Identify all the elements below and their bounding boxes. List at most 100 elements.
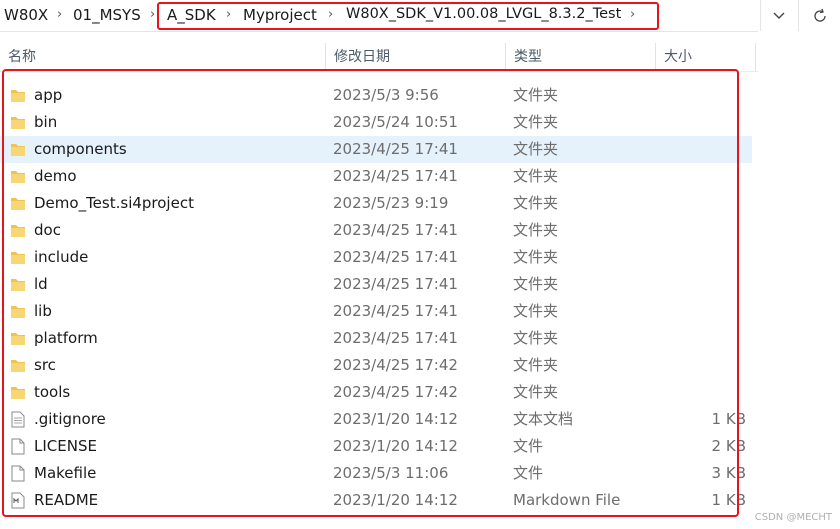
file-date-modified: 2023/1/20 14:12 (333, 437, 458, 455)
file-row[interactable]: .gitignore 2023/1/20 14:12 文本文档 1 KB (0, 406, 752, 433)
file-date-modified: 2023/4/25 17:41 (333, 329, 458, 347)
file-date-modified: 2023/4/25 17:41 (333, 248, 458, 266)
folder-icon (10, 222, 26, 239)
column-header: 名称 修改日期 类型 大小 (0, 43, 758, 72)
folder-icon (10, 357, 26, 374)
file-size (690, 379, 746, 406)
file-date-modified: 2023/5/24 10:51 (333, 113, 458, 131)
file-row[interactable]: LICENSE 2023/1/20 14:12 文件 2 KB (0, 433, 752, 460)
file-date-modified: 2023/1/20 14:12 (333, 410, 458, 428)
file-name: Makefile (34, 464, 97, 482)
file-date-modified: 2023/4/25 17:41 (333, 275, 458, 293)
file-size: 1 KB (711, 491, 746, 509)
file-date-modified: 2023/4/25 17:41 (333, 167, 458, 185)
file-type: 文本文档 (513, 410, 574, 428)
file-size (690, 109, 746, 136)
file-row[interactable]: ld 2023/4/25 17:41 文件夹 (0, 271, 752, 298)
watermark: CSDN @MECHT (754, 512, 832, 523)
breadcrumb-separator-icon[interactable]: › (57, 7, 62, 22)
file-date-modified: 2023/5/3 9:56 (333, 86, 439, 104)
file-icon (10, 465, 26, 482)
file-type: 文件夹 (513, 194, 559, 212)
file-type: 文件夹 (513, 221, 559, 239)
column-size[interactable]: 大小 (656, 43, 756, 71)
folder-icon (10, 330, 26, 347)
file-type: 文件夹 (513, 140, 559, 158)
file-size: 2 KB (711, 437, 746, 455)
folder-icon (10, 141, 26, 158)
file-size (690, 163, 746, 190)
column-type[interactable]: 类型 (506, 43, 656, 71)
file-date-modified: 2023/4/25 17:42 (333, 356, 458, 374)
text-file-icon (10, 411, 26, 428)
chevron-down-icon (773, 12, 785, 19)
file-date-modified: 2023/4/25 17:41 (333, 140, 458, 158)
file-date-modified: 2023/5/3 11:06 (333, 464, 449, 482)
folder-icon (10, 195, 26, 212)
file-name: bin (34, 113, 58, 131)
file-date-modified: 2023/4/25 17:41 (333, 221, 458, 239)
file-name: LICENSE (34, 437, 97, 455)
file-row[interactable]: demo 2023/4/25 17:41 文件夹 (0, 163, 752, 190)
history-dropdown-button[interactable] (760, 0, 797, 31)
file-row[interactable]: doc 2023/4/25 17:41 文件夹 (0, 217, 752, 244)
file-size (690, 190, 746, 217)
file-name: app (34, 86, 63, 104)
column-name[interactable]: 名称 (0, 43, 326, 71)
file-type: 文件夹 (513, 302, 559, 320)
file-type: 文件夹 (513, 113, 559, 131)
file-row[interactable]: bin 2023/5/24 10:51 文件夹 (0, 109, 752, 136)
file-row[interactable]: lib 2023/4/25 17:41 文件夹 (0, 298, 752, 325)
file-size (690, 298, 746, 325)
file-size (690, 136, 746, 163)
file-row[interactable]: components 2023/4/25 17:41 文件夹 (0, 136, 752, 163)
file-name: ld (34, 275, 48, 293)
column-date-modified[interactable]: 修改日期 (326, 43, 506, 71)
file-date-modified: 2023/4/25 17:41 (333, 302, 458, 320)
file-name: demo (34, 167, 77, 185)
file-size (690, 352, 746, 379)
folder-icon (10, 87, 26, 104)
refresh-button[interactable] (798, 0, 840, 31)
file-type: Markdown File (513, 491, 621, 509)
file-type: 文件 (513, 437, 544, 455)
file-row[interactable]: platform 2023/4/25 17:41 文件夹 (0, 325, 752, 352)
file-date-modified: 2023/5/23 9:19 (333, 194, 449, 212)
folder-icon (10, 168, 26, 185)
file-type: 文件夹 (513, 86, 559, 104)
file-name: doc (34, 221, 61, 239)
file-type: 文件夹 (513, 329, 559, 347)
file-name: .gitignore (34, 410, 106, 428)
file-name: platform (34, 329, 98, 347)
file-row[interactable]: app 2023/5/3 9:56 文件夹 (0, 82, 752, 109)
file-type: 文件夹 (513, 167, 559, 185)
file-name: include (34, 248, 89, 266)
breadcrumb-w80x[interactable]: W80X (4, 6, 48, 24)
folder-icon (10, 114, 26, 131)
file-type: 文件 (513, 464, 544, 482)
file-row[interactable]: src 2023/4/25 17:42 文件夹 (0, 352, 752, 379)
file-row[interactable]: README 2023/1/20 14:12 Markdown File 1 KB (0, 487, 752, 514)
file-type: 文件夹 (513, 248, 559, 266)
breadcrumb-01-msys[interactable]: 01_MSYS (73, 6, 141, 24)
file-row[interactable]: Demo_Test.si4project 2023/5/23 9:19 文件夹 (0, 190, 752, 217)
file-row[interactable]: include 2023/4/25 17:41 文件夹 (0, 244, 752, 271)
file-name: components (34, 140, 127, 158)
file-name: Demo_Test.si4project (34, 194, 194, 212)
refresh-icon (814, 8, 826, 22)
file-size: 1 KB (711, 410, 746, 428)
file-row[interactable]: Makefile 2023/5/3 11:06 文件 3 KB (0, 460, 752, 487)
file-type: 文件夹 (513, 383, 559, 401)
file-name: src (34, 356, 56, 374)
file-size (690, 244, 746, 271)
breadcrumb-separator-icon[interactable]: › (150, 7, 155, 22)
file-row[interactable]: tools 2023/4/25 17:42 文件夹 (0, 379, 752, 406)
address-bar[interactable]: W80X › 01_MSYS › A_SDK › Myproject › W80… (0, 0, 758, 32)
file-size (690, 325, 746, 352)
file-size (690, 82, 746, 109)
file-size: 3 KB (711, 464, 746, 482)
file-type: 文件夹 (513, 356, 559, 374)
file-type: 文件夹 (513, 275, 559, 293)
file-size (690, 217, 746, 244)
file-date-modified: 2023/4/25 17:42 (333, 383, 458, 401)
